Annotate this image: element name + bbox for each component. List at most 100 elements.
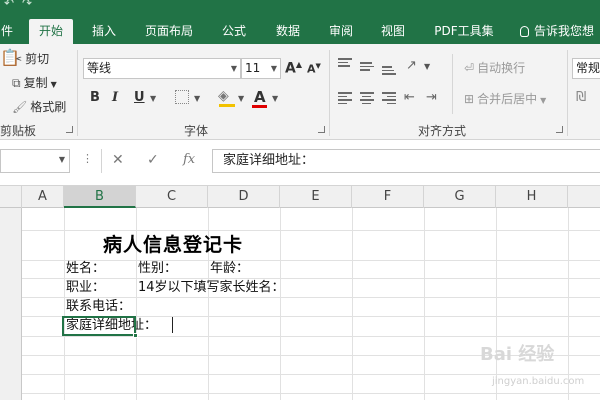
column-header-b[interactable]: B [64, 186, 136, 208]
column-header-a[interactable]: A [22, 186, 64, 208]
gridline [424, 208, 425, 400]
align-center-icon[interactable] [360, 92, 374, 104]
font-launcher-icon[interactable] [318, 126, 325, 133]
enter-icon[interactable]: ✓ [147, 152, 159, 168]
gridline [22, 374, 600, 375]
chevron-down-icon[interactable]: ▼ [194, 94, 200, 103]
tab-insert[interactable]: 插入 [83, 19, 125, 44]
copy-button[interactable]: ⧉ 复制 ▼ [12, 74, 57, 91]
align-left-icon[interactable] [338, 92, 352, 104]
column-header-c[interactable]: C [136, 186, 208, 208]
tell-me-box[interactable]: 告诉我您想 [520, 19, 594, 44]
quick-access-toolbar: ↶ ↷ [0, 0, 600, 14]
cell-guardian-label[interactable]: 14岁以下填写家长姓名： [138, 280, 285, 296]
gridline [22, 336, 600, 337]
font-color-swatch [252, 105, 267, 108]
column-header-i[interactable]: I [568, 186, 600, 208]
align-middle-icon[interactable] [360, 62, 374, 73]
font-color-button[interactable]: A [254, 88, 266, 106]
cell-name-label[interactable]: 姓名： [66, 261, 105, 277]
cancel-icon[interactable]: ✕ [112, 152, 124, 168]
watermark-logo: Bai 经验 [480, 344, 555, 365]
italic-button[interactable]: I [112, 90, 118, 105]
ribbon-home-panel: ✂ 剪切 ⧉ 复制 ▼ 🖌 格式刷 📋 剪贴板 等线 ▼ 11 ▼ A▲ A▼ B I … [0, 44, 600, 140]
gridline [352, 208, 353, 400]
chevron-down-icon[interactable]: ▼ [424, 62, 430, 71]
row-header-column[interactable] [0, 208, 22, 400]
column-header-f[interactable]: F [352, 186, 424, 208]
tab-home[interactable]: 开始 [29, 19, 73, 44]
copy-icon: ⧉ [12, 76, 21, 90]
name-box[interactable]: ▼ [0, 149, 70, 173]
active-cell-selection[interactable] [62, 316, 138, 338]
tab-file[interactable]: 件 [0, 19, 14, 44]
cell-job-label[interactable]: 职业： [66, 280, 105, 296]
column-header-g[interactable]: G [424, 186, 496, 208]
tab-formulas[interactable]: 公式 [212, 19, 256, 44]
merge-center-button[interactable]: ⊞ 合并后居中 ▼ [464, 90, 546, 107]
chevron-down-icon: ▼ [230, 64, 237, 73]
fill-color-icon[interactable]: ◈ [218, 88, 229, 104]
orientation-icon[interactable]: ↗ [406, 58, 417, 73]
chevron-down-icon[interactable]: ▼ [272, 94, 278, 103]
text-cursor [172, 317, 173, 333]
bold-button[interactable]: B [90, 90, 100, 105]
column-header-h[interactable]: H [496, 186, 568, 208]
select-all-corner[interactable] [0, 186, 22, 208]
font-name-select[interactable]: 等线 ▼ [83, 58, 241, 79]
tell-me-text: 告诉我您想 [534, 24, 595, 38]
grow-font-label: A [285, 60, 296, 77]
number-format-select[interactable]: 常规 [572, 58, 600, 79]
redo-icon[interactable]: ↷ [22, 0, 32, 10]
chevron-down-icon: ▼ [540, 96, 547, 105]
ribbon-tab-bar: ↶ ↷ 件 开始 插入 页面布局 公式 数据 审阅 视图 PDF工具集 告诉我您… [0, 0, 600, 44]
watermark-url: jingyan.baidu.com [492, 376, 585, 387]
chevron-down-icon[interactable]: ▼ [150, 94, 156, 103]
formula-input[interactable]: 家庭详细地址： [212, 149, 600, 173]
align-right-icon[interactable] [382, 92, 396, 104]
alignment-group-label: 对齐方式 [418, 124, 467, 138]
gridline [280, 208, 281, 400]
group-divider [567, 50, 568, 136]
grow-font-button[interactable]: A▲ [285, 60, 302, 77]
format-painter-label: 格式刷 [30, 100, 67, 114]
currency-icon[interactable]: ₪ [576, 90, 586, 105]
align-bottom-icon[interactable] [382, 66, 396, 77]
tab-page-layout[interactable]: 页面布局 [138, 19, 200, 44]
shrink-font-button[interactable]: A▼ [307, 62, 321, 76]
decrease-indent-icon[interactable]: ⇤ [404, 90, 415, 105]
clipboard-launcher-icon[interactable] [66, 126, 73, 133]
cell-age-label[interactable]: 年龄： [210, 261, 249, 277]
paste-icon[interactable]: 📋 [0, 48, 20, 67]
cell-phone-label[interactable]: 联系电话： [66, 299, 131, 315]
chevron-down-icon[interactable]: ▼ [238, 94, 244, 103]
tab-pdf-tools[interactable]: PDF工具集 [426, 19, 502, 44]
increase-indent-icon[interactable]: ⇥ [426, 90, 437, 105]
border-icon[interactable] [175, 90, 189, 104]
cell-gender-label[interactable]: 性别： [138, 261, 177, 277]
tab-view[interactable]: 视图 [372, 19, 414, 44]
underline-button[interactable]: U [134, 90, 145, 105]
font-size-select[interactable]: 11 ▼ [241, 58, 281, 79]
gridline [496, 208, 497, 400]
fill-handle[interactable] [133, 333, 138, 338]
tab-review[interactable]: 审阅 [320, 19, 362, 44]
format-painter-button[interactable]: 🖌 格式刷 [12, 98, 66, 115]
wrap-text-button[interactable]: ⏎ 自动换行 [464, 59, 525, 76]
copy-label: 复制 [23, 76, 48, 90]
undo-icon[interactable]: ↶ [4, 0, 14, 10]
more-options-icon[interactable]: ⋮ [82, 152, 93, 165]
group-divider [452, 54, 453, 114]
alignment-launcher-icon[interactable] [556, 126, 563, 133]
tab-data[interactable]: 数据 [266, 19, 310, 44]
chevron-down-icon: ▼ [50, 80, 57, 89]
insert-function-button[interactable]: fx [183, 152, 195, 167]
align-top-icon[interactable] [338, 58, 352, 69]
column-header-d[interactable]: D [208, 186, 280, 208]
gridline [568, 208, 569, 400]
worksheet-grid[interactable]: A B C D E F G H I 病人信息登记卡 姓名： 性别： 年龄： 职业… [0, 186, 600, 400]
column-header-e[interactable]: E [280, 186, 352, 208]
column-header-row: A B C D E F G H I [0, 186, 600, 208]
wrap-text-icon: ⏎ [464, 61, 475, 75]
font-name-value: 等线 [87, 61, 112, 75]
